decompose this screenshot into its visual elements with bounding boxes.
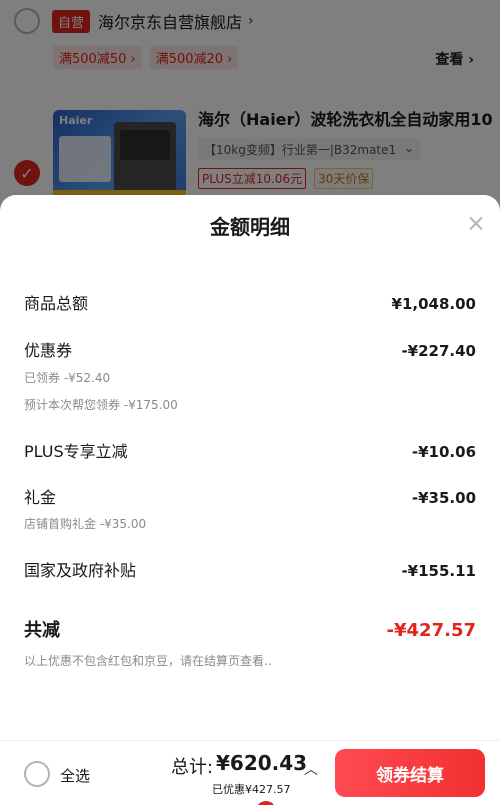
sheet-title: 金额明细 xyxy=(210,215,290,239)
checkout-bar: 全选 总计: ¥620.43 已优惠¥427.57 ︿ 领券结算 xyxy=(0,740,500,805)
close-icon[interactable]: × xyxy=(466,211,486,235)
gift-money-row: 礼金 -¥35.00 xyxy=(24,484,476,508)
plus-discount-row: PLUS专享立减 -¥10.06 xyxy=(24,438,476,462)
coupon-estimated-text: 预计本次帮您领券 -¥175.00 xyxy=(24,398,178,412)
chevron-up-icon[interactable]: ︿ xyxy=(304,759,318,779)
total-discount-label: 共减 xyxy=(24,620,60,641)
row-label: 国家及政府补贴 xyxy=(24,561,137,580)
row-label: PLUS专享立减 xyxy=(24,442,128,461)
total-discount-amount: -¥427.57 xyxy=(386,620,476,641)
row-label: 礼金 xyxy=(24,488,57,507)
subtotal-row: 商品总额 ¥1,048.00 xyxy=(24,290,476,314)
checkout-button[interactable]: 领券结算 xyxy=(335,749,485,797)
row-amount: -¥227.40 xyxy=(401,342,476,360)
total-discount-row: 共减 -¥427.57 xyxy=(24,616,476,642)
total-label: 总计: xyxy=(171,757,214,778)
total-value: ¥620.43 xyxy=(216,751,308,775)
row-amount: -¥35.00 xyxy=(411,489,476,507)
amount-details-sheet: 金额明细 × 商品总额 ¥1,048.00 优惠券 -¥227.40 已领券 -… xyxy=(0,195,500,740)
coupon-claimed-text: 已领券 -¥52.40 xyxy=(24,371,111,385)
row-amount: ¥1,048.00 xyxy=(391,295,476,313)
subsidy-row: 国家及政府补贴 -¥155.11 xyxy=(24,557,476,581)
saved-amount: 已优惠¥427.57 xyxy=(212,783,291,796)
row-label: 商品总额 xyxy=(24,294,89,313)
gift-money-detail: 店铺首购礼金 -¥35.00 xyxy=(24,517,147,531)
row-label: 优惠券 xyxy=(24,341,73,360)
coupon-row: 优惠券 -¥227.40 xyxy=(24,337,476,361)
row-amount: -¥10.06 xyxy=(411,443,476,461)
select-all-radio[interactable] xyxy=(24,761,50,787)
select-all-label[interactable]: 全选 xyxy=(60,765,90,786)
row-amount: -¥155.11 xyxy=(401,562,476,580)
discount-note: 以上优惠不包含红包和京豆，请在结算页查看.. xyxy=(24,654,272,668)
indicator-dot xyxy=(256,801,276,805)
